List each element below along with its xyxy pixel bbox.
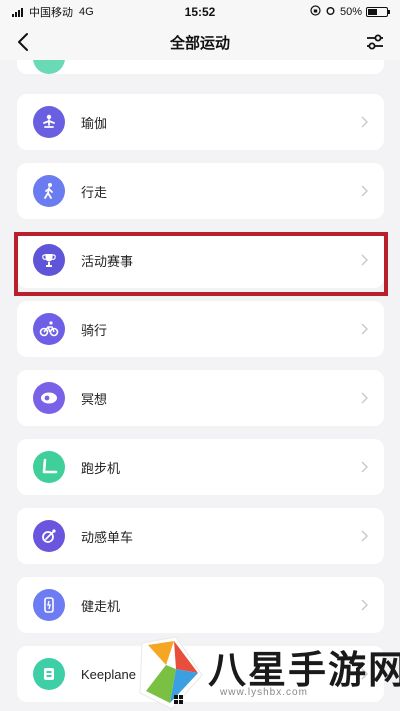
keeplane-icon bbox=[33, 658, 65, 690]
watermark-url: www.lyshbx.com bbox=[220, 687, 308, 698]
watermark-text: 八星手游网 bbox=[208, 650, 400, 692]
chevron-right-icon bbox=[361, 323, 368, 335]
chevron-right-icon bbox=[361, 185, 368, 197]
list-item-label: 动感单车 bbox=[81, 529, 134, 545]
watermark: 八星手游网 www.lyshbx.com bbox=[136, 635, 400, 711]
list-item-partial[interactable] bbox=[17, 60, 384, 74]
chevron-right-icon bbox=[361, 116, 368, 128]
chevron-left-icon[interactable] bbox=[12, 30, 36, 54]
walking-icon bbox=[33, 175, 65, 207]
list-item-events[interactable]: 活动赛事 bbox=[17, 232, 384, 288]
battery-percent: 50% bbox=[339, 6, 362, 18]
meditation-icon bbox=[33, 382, 65, 414]
activity-icon-partial bbox=[33, 60, 65, 74]
list-item-label: 骑行 bbox=[81, 322, 108, 338]
network-label: 4G bbox=[79, 6, 94, 18]
list-item-label: 冥想 bbox=[81, 391, 108, 407]
nav-bar: 全部运动 bbox=[0, 24, 400, 60]
status-time: 15:52 bbox=[184, 5, 216, 19]
status-left: 中国移动 4G bbox=[12, 4, 137, 20]
signal-icon bbox=[12, 7, 23, 17]
list-item-label: 瑜伽 bbox=[81, 115, 108, 131]
chevron-right-icon bbox=[361, 392, 368, 404]
list-item-label: 跑步机 bbox=[81, 460, 121, 476]
sliders-icon[interactable] bbox=[364, 31, 386, 53]
list-item-label: 健走机 bbox=[81, 598, 121, 614]
list-item-label: 行走 bbox=[81, 184, 108, 200]
battery-icon bbox=[365, 7, 390, 17]
walking-machine-icon bbox=[33, 589, 65, 621]
watermark-logo-icon bbox=[139, 636, 203, 710]
status-right: 50% bbox=[263, 5, 390, 19]
list-item-walking-machine[interactable]: 健走机 bbox=[17, 577, 384, 633]
chevron-right-icon bbox=[361, 530, 368, 542]
chevron-right-icon bbox=[361, 599, 368, 611]
yoga-icon bbox=[33, 106, 65, 138]
status-bar: 中国移动 4G 15:52 50% bbox=[0, 0, 400, 24]
treadmill-icon bbox=[33, 451, 65, 483]
chevron-right-icon bbox=[361, 254, 368, 266]
spinning-bike-icon bbox=[33, 520, 65, 552]
list-item-label: 活动赛事 bbox=[81, 253, 134, 269]
list-item-yoga[interactable]: 瑜伽 bbox=[17, 94, 384, 150]
page-title: 全部运动 bbox=[169, 34, 230, 52]
activity-list: 瑜伽 行走 活动赛事 骑行 冥想 跑步机 动感单车 健走机 Keeplane bbox=[0, 60, 400, 711]
lock-rotation-icon bbox=[310, 5, 321, 19]
alarm-icon bbox=[325, 5, 336, 19]
list-item-meditation[interactable]: 冥想 bbox=[17, 370, 384, 426]
list-item-spinning-bike[interactable]: 动感单车 bbox=[17, 508, 384, 564]
cycling-icon bbox=[33, 313, 65, 345]
list-item-treadmill[interactable]: 跑步机 bbox=[17, 439, 384, 495]
chevron-right-icon bbox=[361, 461, 368, 473]
carrier-label: 中国移动 bbox=[29, 7, 73, 19]
list-item-cycling[interactable]: 骑行 bbox=[17, 301, 384, 357]
list-item-walking[interactable]: 行走 bbox=[17, 163, 384, 219]
trophy-icon bbox=[33, 244, 65, 276]
